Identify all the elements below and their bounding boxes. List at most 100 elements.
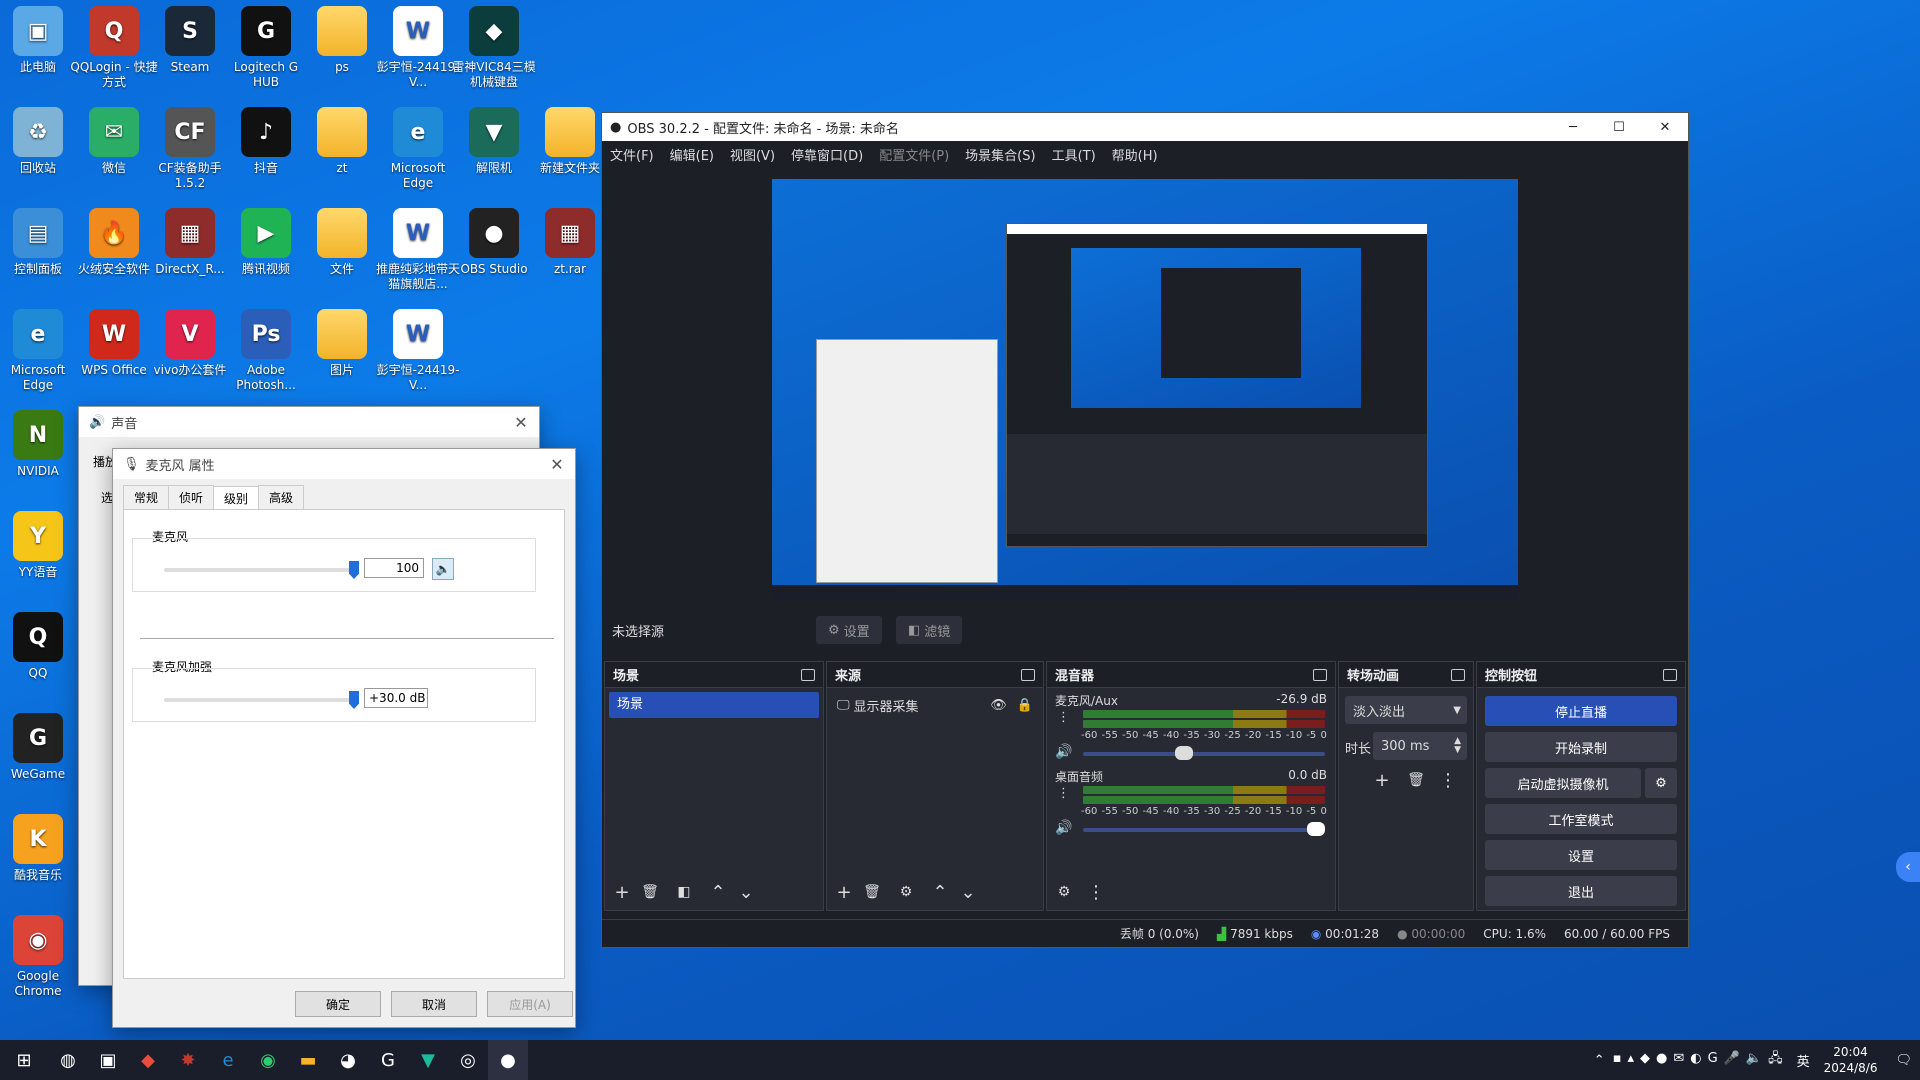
kebab-menu-icon[interactable]: ⋮ <box>1083 880 1109 904</box>
edge-icon[interactable]: e <box>208 1040 248 1080</box>
desktop-icon[interactable]: 图片 <box>298 309 386 378</box>
desktop-icon[interactable]: ✉ 微信 <box>70 107 158 176</box>
studio-mode-button[interactable]: 工作室模式 <box>1485 804 1677 834</box>
desktop-icon[interactable]: Y YY语音 <box>0 511 82 580</box>
desktop-icon[interactable]: W 推鹿纯彩地带天猫旗舰店... <box>374 208 462 292</box>
qq-icon[interactable]: ◕ <box>328 1040 368 1080</box>
desktop-icon[interactable]: Vvivo办公套件 <box>146 309 234 378</box>
add-icon[interactable]: + <box>831 880 857 904</box>
app-icon[interactable]: ◆ <box>128 1040 168 1080</box>
spin-arrows-icon[interactable]: ▲ ▼ <box>1454 737 1461 755</box>
desktop-icon[interactable]: Q QQLogin - 快捷方式 <box>70 6 158 90</box>
add-icon[interactable]: + <box>609 880 635 904</box>
arrow-up-icon[interactable]: ⌃ <box>927 880 953 904</box>
folder-icon[interactable]: ▬ <box>288 1040 328 1080</box>
exit-button[interactable]: 退出 <box>1485 876 1677 906</box>
desktop-icon[interactable]: ps <box>298 6 386 75</box>
cancel-button[interactable]: 取消 <box>391 991 477 1017</box>
scene-item[interactable]: 场景 <box>609 692 819 718</box>
kebab-menu-icon[interactable]: ⋮ <box>1057 710 1070 725</box>
desktop-icon[interactable]: W 彭宇恒-24419-V... <box>374 6 462 90</box>
source-item[interactable]: 🖵 显示器采集 👁 🔒 <box>831 692 1039 718</box>
boost-slider-track[interactable] <box>164 698 354 702</box>
gear-icon[interactable]: ⚙ <box>1051 880 1077 904</box>
close-button[interactable]: ✕ <box>539 455 575 474</box>
popout-icon[interactable] <box>1451 668 1465 681</box>
minimize-button[interactable]: ─ <box>1550 120 1596 135</box>
tab-levels[interactable]: 级别 <box>213 486 260 510</box>
duration-spinbox[interactable]: 300 ms ▲ ▼ <box>1373 732 1467 760</box>
virtual-camera-settings-button[interactable]: ⚙ <box>1645 768 1677 798</box>
add-icon[interactable]: + <box>1369 768 1395 792</box>
ok-button[interactable]: 确定 <box>295 991 381 1017</box>
app-icon[interactable]: ✸ <box>168 1040 208 1080</box>
desktop-icon[interactable]: N NVIDIA <box>0 410 82 479</box>
virtual-camera-button[interactable]: 启动虚拟摄像机 <box>1485 768 1641 798</box>
desktop-icon[interactable]: Q QQ <box>0 612 82 681</box>
desktop-icon[interactable]: ▶ 腾讯视频 <box>222 208 310 277</box>
mic-value-input[interactable]: 100 <box>364 558 424 578</box>
menu-file[interactable]: 文件(F) <box>610 145 654 164</box>
desktop-icon[interactable]: W WPS Office <box>70 309 158 378</box>
preview-canvas[interactable] <box>772 179 1518 599</box>
ghub-icon[interactable]: G <box>368 1040 408 1080</box>
app-icon[interactable]: ◎ <box>448 1040 488 1080</box>
desktop-icon[interactable]: ◉ Google Chrome <box>0 915 82 999</box>
desktop-icon[interactable]: ▼ 解限机 <box>450 107 538 176</box>
lock-icon[interactable]: 🔒 <box>1017 698 1033 713</box>
ime-indicator[interactable]: 英 <box>1797 1051 1810 1070</box>
trash-icon[interactable]: 🗑 <box>1403 768 1429 792</box>
desktop-icon[interactable]: G Logitech G HUB <box>222 6 310 90</box>
menu-edit[interactable]: 编辑(E) <box>670 145 714 164</box>
obs-icon[interactable]: ● <box>488 1040 528 1080</box>
tray-chevron-icon[interactable]: ⌃ <box>1594 1053 1605 1068</box>
close-button[interactable]: ✕ <box>503 413 539 432</box>
desktop-icon[interactable]: zt <box>298 107 386 176</box>
desktop-icon[interactable]: 文件 <box>298 208 386 277</box>
tab-listen[interactable]: 侦听 <box>168 485 215 509</box>
desktop-icon[interactable]: ▦ DirectX_R... <box>146 208 234 277</box>
desktop-icon[interactable]: CF CF装备助手1.5.2 <box>146 107 234 191</box>
desktop-icon[interactable]: ● OBS Studio <box>450 208 538 277</box>
speaker-icon[interactable]: 🔊 <box>1055 744 1072 760</box>
menu-profile[interactable]: 配置文件(P) <box>879 145 949 164</box>
volume-slider-handle[interactable] <box>1174 746 1193 760</box>
menu-scene-collection[interactable]: 场景集合(S) <box>965 145 1035 164</box>
menu-docks[interactable]: 停靠窗口(D) <box>791 145 863 164</box>
app-icon[interactable]: ◉ <box>248 1040 288 1080</box>
trash-icon[interactable]: 🗑 <box>859 880 885 904</box>
menu-tools[interactable]: 工具(T) <box>1052 145 1096 164</box>
trash-icon[interactable]: 🗑 <box>637 880 663 904</box>
desktop-icon[interactable]: G WeGame <box>0 713 82 782</box>
filter-icon[interactable]: ◧ <box>671 880 697 904</box>
menu-help[interactable]: 帮助(H) <box>1112 145 1158 164</box>
popout-icon[interactable] <box>1313 668 1327 681</box>
stop-streaming-button[interactable]: 停止直播 <box>1485 696 1677 726</box>
notification-icon[interactable]: 🗨 <box>1895 1053 1912 1068</box>
desktop-icon[interactable]: S Steam <box>146 6 234 75</box>
desktop-icon[interactable]: e Microsoft Edge <box>374 107 462 191</box>
arrow-up-icon[interactable]: ⌃ <box>705 880 731 904</box>
desktop-icon[interactable]: K 酷我音乐 <box>0 814 82 883</box>
apply-button[interactable]: 应用(A) <box>487 991 573 1017</box>
gear-icon[interactable]: ⚙ <box>893 880 919 904</box>
desktop-icon[interactable]: ◆ 雷神VIC84三模机械键盘 <box>450 6 538 90</box>
volume-slider[interactable] <box>1083 752 1325 756</box>
close-button[interactable]: ✕ <box>1642 120 1688 135</box>
arrow-down-icon[interactable]: ⌄ <box>955 880 981 904</box>
popout-icon[interactable] <box>1663 668 1677 681</box>
volume-slider-handle[interactable] <box>1307 822 1325 836</box>
mic-slider-track[interactable] <box>164 568 354 572</box>
maximize-button[interactable]: ☐ <box>1596 120 1642 135</box>
edge-sidebar-toggle[interactable]: ‹ <box>1896 852 1920 882</box>
desktop-icon[interactable]: Ps Adobe Photosh... <box>222 309 310 393</box>
arrow-down-icon[interactable]: ⌄ <box>733 880 759 904</box>
kebab-menu-icon[interactable]: ⋮ <box>1057 786 1070 801</box>
speaker-icon[interactable]: 🔊 <box>1055 820 1072 836</box>
app-icon[interactable]: ◍ <box>48 1040 88 1080</box>
windows-start-icon[interactable]: ⊞ <box>0 1040 48 1080</box>
menu-view[interactable]: 视图(V) <box>730 145 775 164</box>
start-recording-button[interactable]: 开始录制 <box>1485 732 1677 762</box>
popout-icon[interactable] <box>1021 668 1035 681</box>
eye-icon[interactable]: 👁 <box>990 698 1007 713</box>
